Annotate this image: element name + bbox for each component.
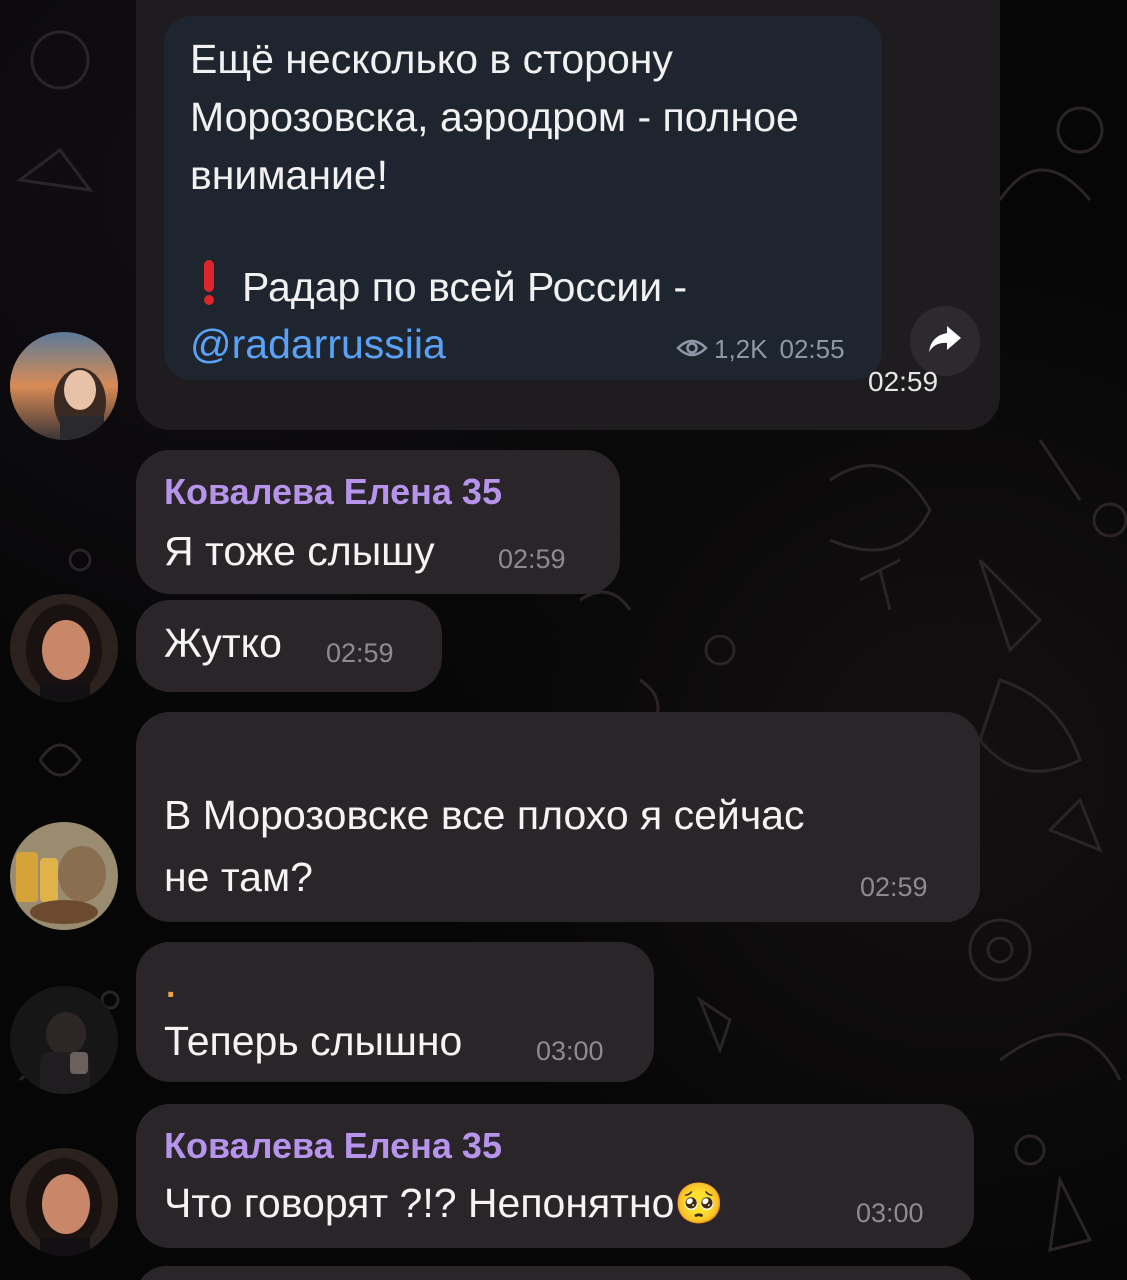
- forwarded-message-text: Ещё несколько в сторону Морозовска, аэро…: [190, 30, 870, 204]
- forwarded-time: 02:55: [779, 334, 845, 364]
- message-time: 02:59: [860, 872, 928, 902]
- message-time: 02:59: [326, 638, 394, 668]
- sender-name[interactable]: .: [166, 966, 175, 1006]
- radar-line: Радар по всей России -: [190, 258, 870, 321]
- forwarded-text-line: Ещё несколько в сторону: [190, 36, 673, 82]
- message-text: Теперь слышно: [164, 1018, 463, 1064]
- forwarded-text-line: Морозовска, аэродром - полное: [190, 94, 799, 140]
- channel-link[interactable]: @radarrussiia: [190, 318, 446, 370]
- message-bubble[interactable]: . Теперь слышно 03:00: [136, 942, 654, 1082]
- view-count: 1,2K: [714, 334, 768, 364]
- avatar[interactable]: [10, 594, 118, 702]
- sender-name[interactable]: Ковалева Елена 35: [164, 472, 502, 512]
- forwarded-text-line: внимание!: [190, 152, 389, 198]
- message-text-content: Что говорят ?!? Непонятно: [164, 1180, 675, 1226]
- message-time: 03:00: [856, 1198, 924, 1228]
- chat-view: Ещё несколько в сторону Морозовска, аэро…: [0, 0, 1127, 1280]
- message-text: Что говорят ?!? Непонятно🥺: [164, 1174, 724, 1233]
- radar-label: Радар по всей России -: [242, 264, 688, 310]
- sender-name[interactable]: Ковалева Елена 35: [164, 1126, 502, 1166]
- eye-icon: [676, 334, 708, 365]
- message-time: 02:59: [868, 366, 939, 397]
- message-text-line: В Морозовске все плохо я сейчас: [164, 792, 805, 838]
- share-arrow-icon: [927, 324, 963, 359]
- avatar[interactable]: [10, 332, 118, 440]
- message-time: 03:00: [536, 1036, 604, 1066]
- avatar[interactable]: [10, 986, 118, 1094]
- message-text: Жутко: [164, 620, 282, 666]
- message-bubble[interactable]: [136, 1266, 976, 1280]
- message-text-line: не там?: [164, 854, 313, 900]
- message-text: Я тоже слышу: [164, 528, 435, 574]
- message-bubble[interactable]: Жутко 02:59: [136, 600, 442, 692]
- pleading-face-emoji: 🥺: [674, 1181, 725, 1227]
- avatar[interactable]: [10, 1148, 118, 1256]
- avatar[interactable]: [10, 822, 118, 930]
- forwarded-meta: 1,2K 02:55: [676, 334, 845, 365]
- message-bubble[interactable]: Ковалева Елена 35 Что говорят ?!? Непоня…: [136, 1104, 974, 1248]
- message-time: 02:59: [498, 544, 566, 574]
- message-bubble[interactable]: Ковалева Елена 35 Я тоже слышу 02:59: [136, 450, 620, 594]
- message-bubble[interactable]: В Морозовске все плохо я сейчас не там? …: [136, 712, 980, 922]
- red-exclamation-icon: [202, 259, 220, 321]
